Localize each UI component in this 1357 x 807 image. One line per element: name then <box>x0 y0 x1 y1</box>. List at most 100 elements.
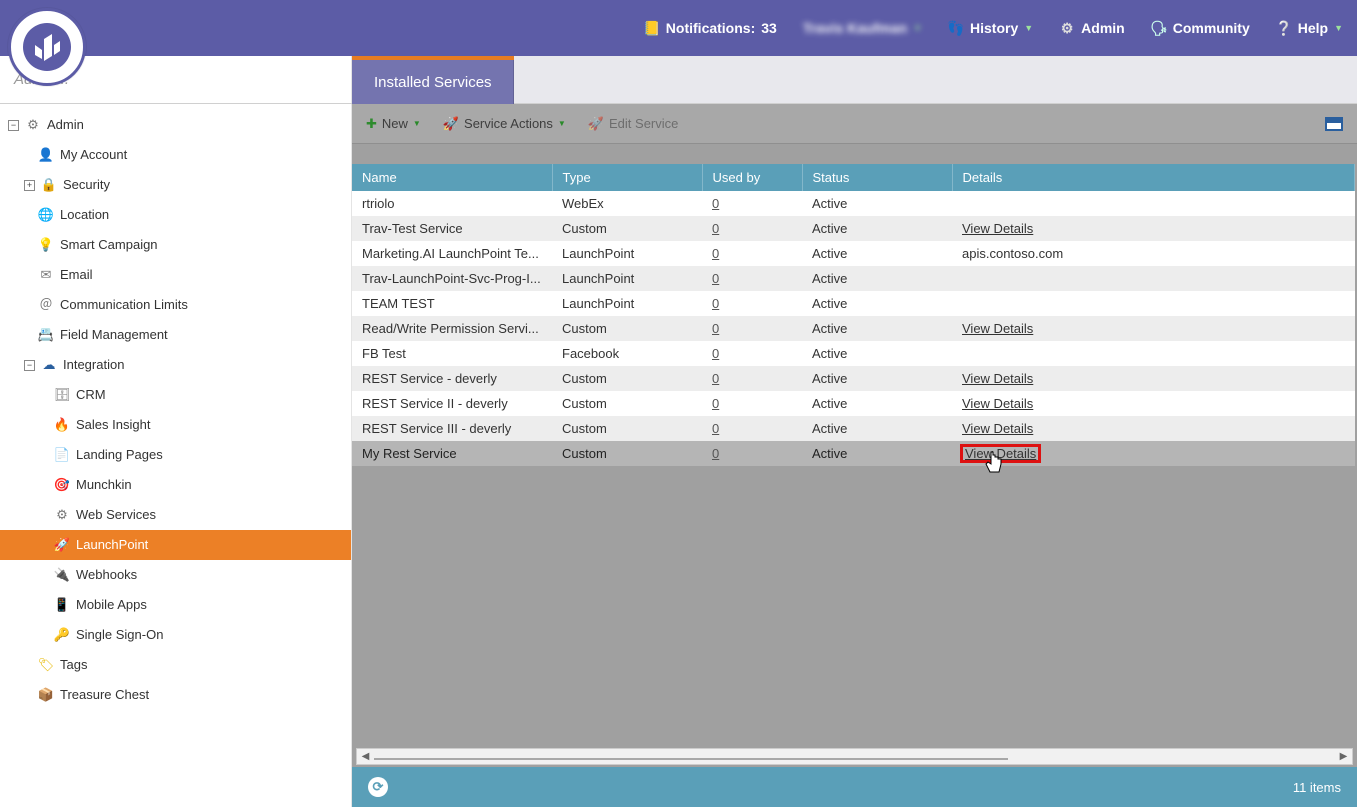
tab-strip: Installed Services <box>352 56 1357 103</box>
tree-label: Email <box>60 260 93 290</box>
app-logo[interactable] <box>8 8 86 86</box>
chevron-down-icon: ▼ <box>913 23 922 33</box>
table-row[interactable]: TEAM TESTLaunchPoint0Active <box>352 291 1355 316</box>
col-used-by[interactable]: Used by <box>702 164 802 191</box>
tree-node-treasure-chest[interactable]: 📦 Treasure Chest <box>0 680 351 710</box>
view-details-link[interactable]: View Details <box>962 421 1033 436</box>
tree-node-email[interactable]: ✉ Email <box>0 260 351 290</box>
gear-icon: ⚙ <box>1059 20 1075 36</box>
book-icon: 📒 <box>644 20 660 36</box>
table-row[interactable]: rtrioloWebEx0Active <box>352 191 1355 216</box>
col-details[interactable]: Details <box>952 164 1355 191</box>
help-menu[interactable]: ❔ Help ▼ <box>1276 20 1343 36</box>
used-by-link[interactable]: 0 <box>712 371 719 386</box>
cell-used-by: 0 <box>702 341 802 366</box>
used-by-link[interactable]: 0 <box>712 396 719 411</box>
tree-node-single-sign-on[interactable]: 🔑 Single Sign-On <box>0 620 351 650</box>
tree-node-admin[interactable]: − ⚙ Admin <box>0 110 351 140</box>
chevron-down-icon: ▼ <box>558 119 566 128</box>
col-name[interactable]: Name <box>352 164 552 191</box>
tree-node-web-services[interactable]: ⚙ Web Services <box>0 500 351 530</box>
used-by-link[interactable]: 0 <box>712 246 719 261</box>
table-row[interactable]: FB TestFacebook0Active <box>352 341 1355 366</box>
tree-node-crm[interactable]: 🗄 CRM <box>0 380 351 410</box>
col-status[interactable]: Status <box>802 164 952 191</box>
collapse-icon[interactable]: − <box>8 120 19 131</box>
table-row[interactable]: Read/Write Permission Servi...Custom0Act… <box>352 316 1355 341</box>
main-panel: ✚ New ▼ 🚀 Service Actions ▼ 🚀 Edit Servi… <box>352 104 1357 807</box>
table-row[interactable]: REST Service - deverlyCustom0ActiveView … <box>352 366 1355 391</box>
table-row[interactable]: Trav-LaunchPoint-Svc-Prog-I...LaunchPoin… <box>352 266 1355 291</box>
tree-label: My Account <box>60 140 127 170</box>
col-type[interactable]: Type <box>552 164 702 191</box>
tree-label: Single Sign-On <box>76 620 163 650</box>
table-row[interactable]: Trav-Test ServiceCustom0ActiveView Detai… <box>352 216 1355 241</box>
community-link[interactable]: 🗣 Community <box>1151 20 1250 36</box>
tree-node-landing-pages[interactable]: 📄 Landing Pages <box>0 440 351 470</box>
top-bar: 📒 Notifications: 33 Travis Kaufman ▼ 👣 H… <box>0 0 1357 56</box>
chevron-down-icon: ▼ <box>1334 23 1343 33</box>
cell-used-by: 0 <box>702 391 802 416</box>
cell-details: View Details <box>952 216 1355 241</box>
used-by-link[interactable]: 0 <box>712 271 719 286</box>
used-by-link[interactable]: 0 <box>712 421 719 436</box>
cell-type: Custom <box>552 441 702 466</box>
used-by-link[interactable]: 0 <box>712 446 719 461</box>
service-actions-button[interactable]: 🚀 Service Actions ▼ <box>443 116 566 132</box>
table-header-row: Name Type Used by Status Details <box>352 164 1355 191</box>
expand-icon[interactable]: + <box>24 180 35 191</box>
used-by-link[interactable]: 0 <box>712 296 719 311</box>
cell-status: Active <box>802 191 952 216</box>
tree-node-smart-campaign[interactable]: 💡 Smart Campaign <box>0 230 351 260</box>
tree-node-security[interactable]: + 🔒 Security <box>0 170 351 200</box>
tree-node-tags[interactable]: 🏷 Tags <box>0 650 351 680</box>
window-mode-button[interactable] <box>1325 117 1343 131</box>
user-menu[interactable]: Travis Kaufman ▼ <box>803 20 922 36</box>
tree-node-webhooks[interactable]: 🔌 Webhooks <box>0 560 351 590</box>
history-menu[interactable]: 👣 History ▼ <box>948 20 1033 36</box>
table-row[interactable]: Marketing.AI LaunchPoint Te...LaunchPoin… <box>352 241 1355 266</box>
tree-node-launchpoint[interactable]: 🚀 LaunchPoint <box>0 530 351 560</box>
view-details-link[interactable]: View Details <box>962 396 1033 411</box>
view-details-link[interactable]: View Details <box>962 446 1039 461</box>
notifications-link[interactable]: 📒 Notifications: 33 <box>644 20 777 36</box>
tree-node-sales-insight[interactable]: 🔥 Sales Insight <box>0 410 351 440</box>
horizontal-scrollbar[interactable]: ◀ ▶ <box>356 748 1353 765</box>
new-button[interactable]: ✚ New ▼ <box>366 116 421 132</box>
tree-node-communication-limits[interactable]: ＠ Communication Limits <box>0 290 351 320</box>
tree-node-location[interactable]: 🌐 Location <box>0 200 351 230</box>
cell-type: WebEx <box>552 191 702 216</box>
toolbar: ✚ New ▼ 🚀 Service Actions ▼ 🚀 Edit Servi… <box>352 104 1357 144</box>
view-details-link[interactable]: View Details <box>962 371 1033 386</box>
refresh-button[interactable]: ⟳ <box>368 777 388 797</box>
view-details-link[interactable]: View Details <box>962 321 1033 336</box>
scroll-left-icon[interactable]: ◀ <box>357 749 374 764</box>
tab-installed-services[interactable]: Installed Services <box>352 56 514 105</box>
cell-details: View Details <box>952 416 1355 441</box>
used-by-link[interactable]: 0 <box>712 346 719 361</box>
chevron-down-icon: ▼ <box>1024 23 1033 33</box>
admin-link[interactable]: ⚙ Admin <box>1059 20 1125 36</box>
used-by-link[interactable]: 0 <box>712 321 719 336</box>
cell-name: Read/Write Permission Servi... <box>352 316 552 341</box>
tree-label: Munchkin <box>76 470 132 500</box>
view-details-link[interactable]: View Details <box>962 221 1033 236</box>
top-nav: 📒 Notifications: 33 Travis Kaufman ▼ 👣 H… <box>644 20 1343 36</box>
tree-node-mobile-apps[interactable]: 📱 Mobile Apps <box>0 590 351 620</box>
tree-node-integration[interactable]: − ☁ Integration <box>0 350 351 380</box>
used-by-link[interactable]: 0 <box>712 221 719 236</box>
used-by-link[interactable]: 0 <box>712 196 719 211</box>
form-icon: 📇 <box>38 327 54 343</box>
table-row[interactable]: REST Service II - deverlyCustom0ActiveVi… <box>352 391 1355 416</box>
collapse-icon[interactable]: − <box>24 360 35 371</box>
cell-status: Active <box>802 291 952 316</box>
gear-icon: ⚙ <box>25 117 41 133</box>
tree-node-field-management[interactable]: 📇 Field Management <box>0 320 351 350</box>
tree-node-munchkin[interactable]: 🎯 Munchkin <box>0 470 351 500</box>
scroll-thumb[interactable] <box>374 758 1008 760</box>
table-row[interactable]: REST Service III - deverlyCustom0ActiveV… <box>352 416 1355 441</box>
table-row[interactable]: My Rest ServiceCustom0ActiveView Details <box>352 441 1355 466</box>
tree-node-my-account[interactable]: 👤 My Account <box>0 140 351 170</box>
scroll-right-icon[interactable]: ▶ <box>1335 749 1352 764</box>
cloud-icon: ☁ <box>41 357 57 373</box>
